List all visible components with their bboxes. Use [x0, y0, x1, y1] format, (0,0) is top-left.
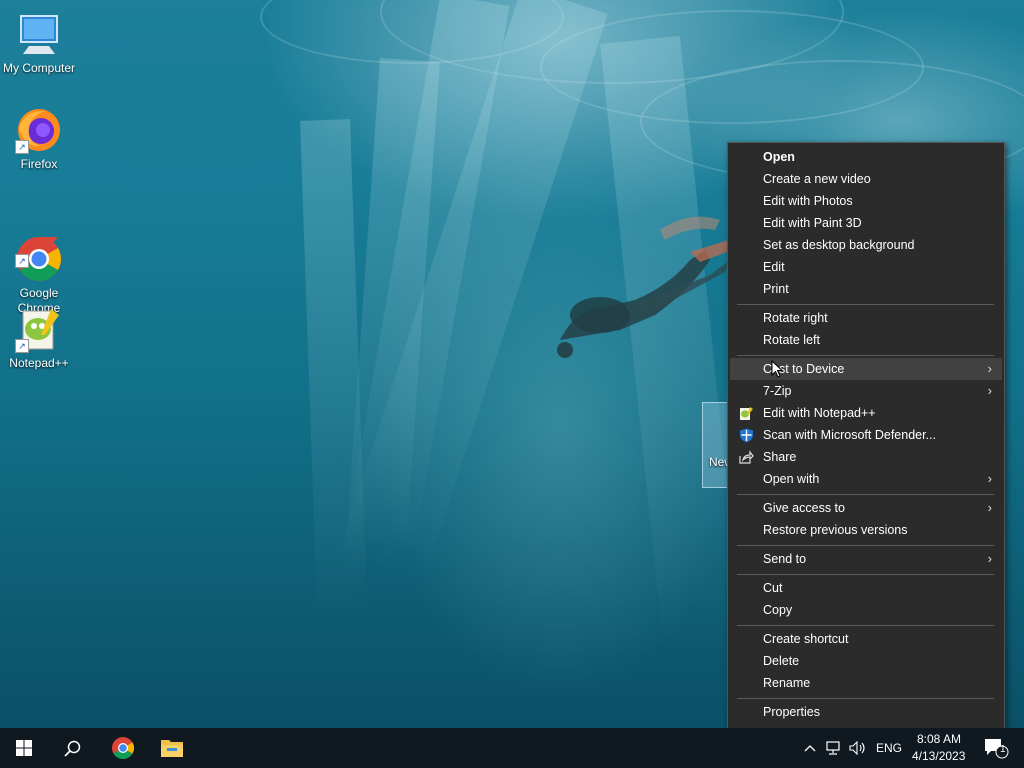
search-button[interactable] — [48, 728, 96, 768]
menu-separator — [737, 698, 994, 699]
notepad-plus-plus-icon: ↗ — [15, 305, 63, 353]
desktop-icon-label: Notepad++ — [9, 356, 69, 370]
volume-button[interactable] — [846, 728, 870, 768]
menu-item-create-shortcut[interactable]: Create shortcut — [730, 628, 1002, 650]
taskbar-file-explorer-button[interactable] — [148, 728, 196, 768]
chevron-right-icon: › — [987, 551, 992, 566]
desktop-icon-my-computer[interactable]: My Computer — [0, 10, 79, 76]
defender-shield-icon — [739, 428, 754, 443]
network-status-button[interactable] — [822, 728, 846, 768]
menu-item-edit[interactable]: Edit — [730, 256, 1002, 278]
speaker-icon — [849, 741, 865, 755]
context-menu: Open Create a new video Edit with Photos… — [727, 142, 1005, 730]
menu-item-rotate-left[interactable]: Rotate left — [730, 329, 1002, 351]
file-explorer-icon — [161, 740, 183, 757]
desktop-icon-notepad-plus-plus[interactable]: ↗ Notepad++ — [0, 305, 79, 371]
menu-item-cut[interactable]: Cut — [730, 577, 1002, 599]
clock-time[interactable]: 8:08 AM — [917, 732, 961, 746]
taskbar: ENG 8:08 AM 4/13/2023 1 — [0, 728, 1024, 768]
notepad-plus-plus-icon — [739, 406, 754, 421]
menu-item-scan-with-defender[interactable]: Scan with Microsoft Defender... — [730, 424, 1002, 446]
menu-item-send-to[interactable]: Send to › — [730, 548, 1002, 570]
language-indicator[interactable]: ENG — [876, 741, 902, 755]
firefox-icon: ↗ — [15, 106, 63, 154]
desktop-icon-label: Firefox — [20, 157, 58, 171]
chevron-right-icon: › — [987, 500, 992, 515]
action-center-button[interactable]: 1 — [976, 728, 1016, 768]
chevron-right-icon: › — [987, 361, 992, 376]
menu-item-print[interactable]: Print — [730, 278, 1002, 300]
chevron-right-icon: › — [987, 383, 992, 398]
share-icon — [739, 450, 754, 465]
menu-item-edit-with-paint-3d[interactable]: Edit with Paint 3D — [730, 212, 1002, 234]
mouse-cursor-icon — [771, 360, 783, 378]
menu-item-copy[interactable]: Copy — [730, 599, 1002, 621]
menu-item-properties[interactable]: Properties — [730, 701, 1002, 723]
start-button[interactable] — [0, 728, 48, 768]
menu-item-give-access-to[interactable]: Give access to › — [730, 497, 1002, 519]
menu-item-edit-with-notepad-plus-plus[interactable]: Edit with Notepad++ — [730, 402, 1002, 424]
shortcut-arrow-icon: ↗ — [15, 339, 29, 353]
menu-item-set-desktop-background[interactable]: Set as desktop background — [730, 234, 1002, 256]
chevron-right-icon: › — [987, 471, 992, 486]
search-icon — [63, 740, 80, 757]
notification-count-badge: 1 — [1000, 744, 1006, 755]
taskbar-chrome-button[interactable] — [99, 728, 147, 768]
network-icon — [826, 741, 840, 755]
chrome-icon: ↗ — [15, 220, 63, 281]
menu-item-delete[interactable]: Delete — [730, 650, 1002, 672]
menu-separator — [737, 545, 994, 546]
menu-item-7-zip[interactable]: 7-Zip › — [730, 380, 1002, 402]
desktop-icon-label: My Computer — [2, 61, 76, 75]
monitor-icon — [15, 10, 63, 58]
swimmer-figure — [557, 216, 738, 358]
menu-item-restore-previous-versions[interactable]: Restore previous versions — [730, 519, 1002, 541]
menu-separator — [737, 355, 994, 356]
menu-separator — [737, 494, 994, 495]
chrome-icon — [112, 737, 134, 759]
menu-separator — [737, 304, 994, 305]
menu-item-rename[interactable]: Rename — [730, 672, 1002, 694]
menu-item-open-with[interactable]: Open with › — [730, 468, 1002, 490]
menu-item-open[interactable]: Open — [730, 146, 1002, 168]
show-hidden-icons-button[interactable] — [798, 728, 822, 768]
shortcut-arrow-icon: ↗ — [15, 254, 29, 268]
shortcut-arrow-icon: ↗ — [15, 140, 29, 154]
menu-item-edit-with-photos[interactable]: Edit with Photos — [730, 190, 1002, 212]
menu-item-create-new-video[interactable]: Create a new video — [730, 168, 1002, 190]
menu-separator — [737, 625, 994, 626]
windows-logo-icon — [16, 740, 32, 756]
clock-date[interactable]: 4/13/2023 — [912, 749, 965, 763]
menu-item-share[interactable]: Share — [730, 446, 1002, 468]
menu-separator — [737, 574, 994, 575]
menu-item-rotate-right[interactable]: Rotate right — [730, 307, 1002, 329]
desktop-icon-firefox[interactable]: ↗ Firefox — [0, 106, 79, 172]
chevron-up-icon — [804, 745, 816, 752]
